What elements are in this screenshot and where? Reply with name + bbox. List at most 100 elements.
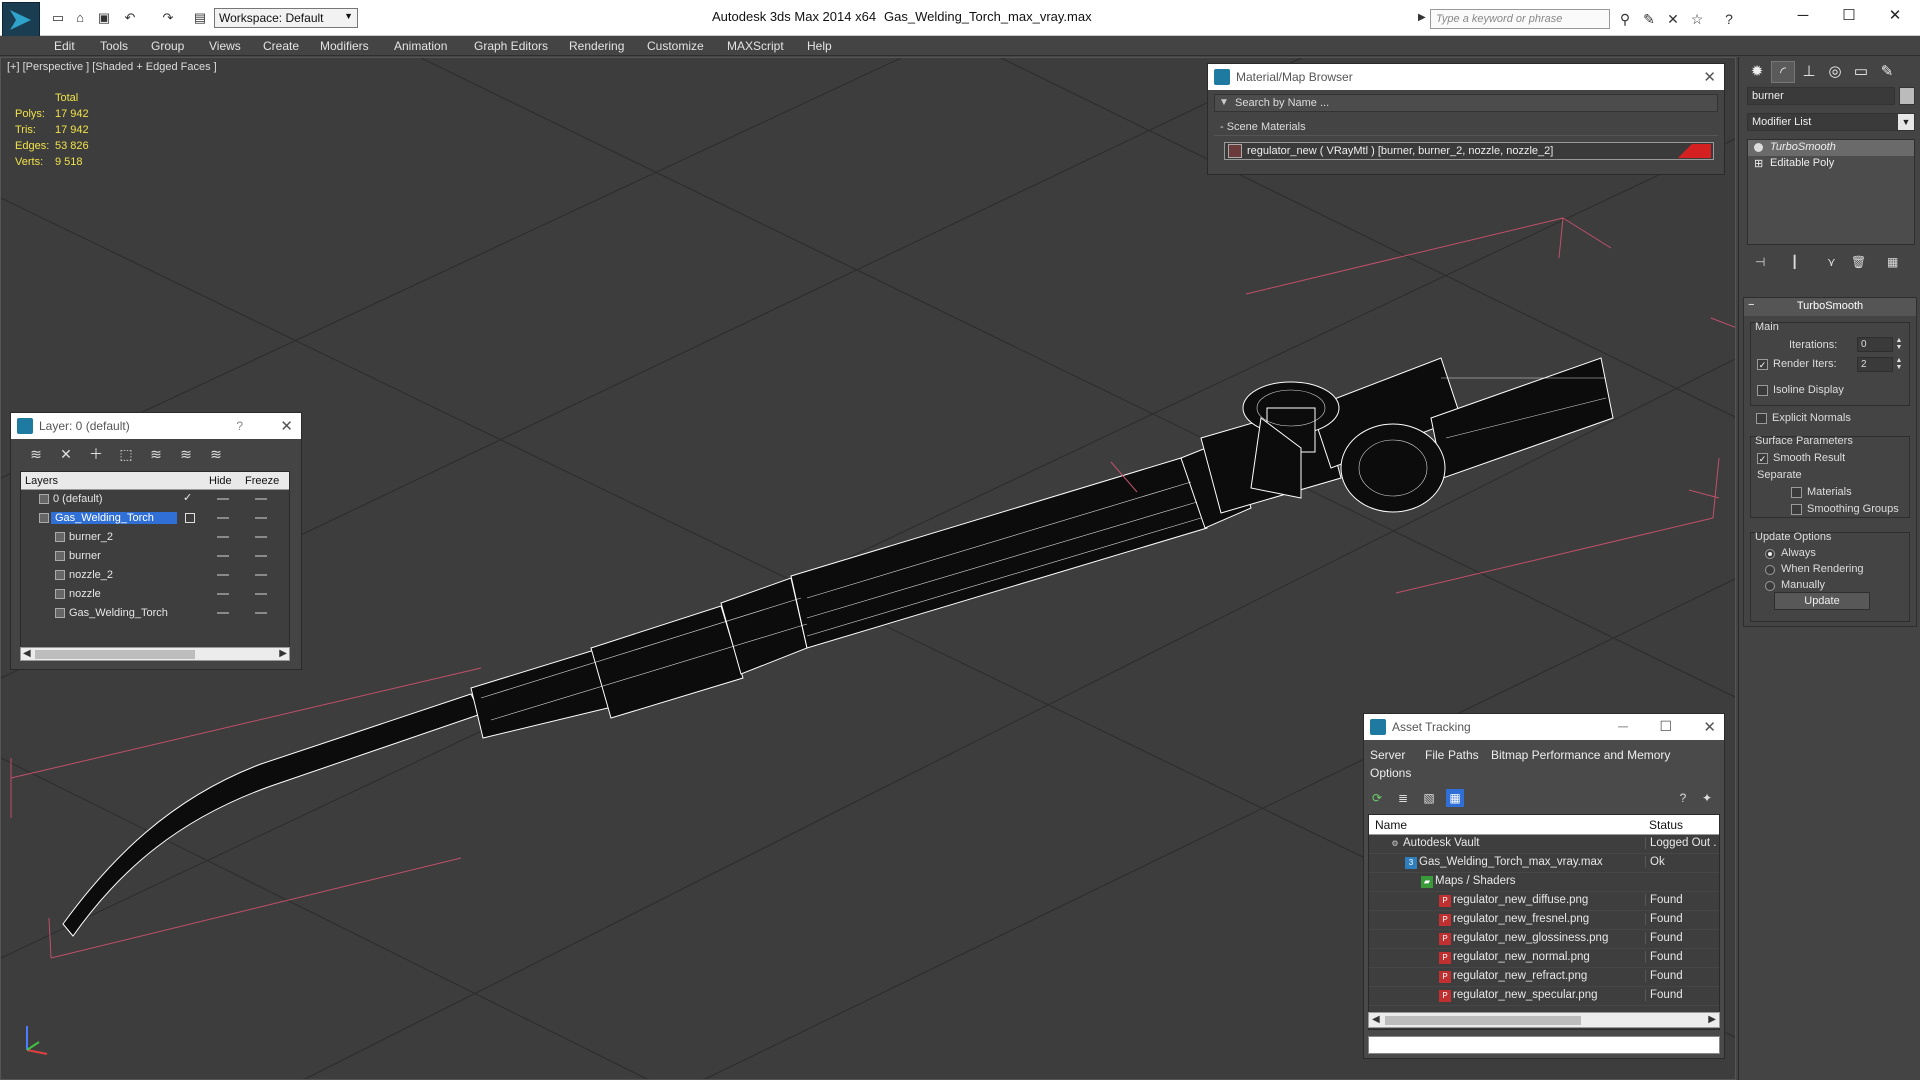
material-item[interactable]: regulator_new ( VRayMtl ) [burner, burne… (1224, 142, 1714, 160)
asset-row[interactable]: ⚙ Autodesk Vault Logged Out . (1369, 835, 1719, 854)
freeze-toggle[interactable] (255, 498, 267, 500)
object-name-field[interactable]: burner (1747, 87, 1895, 105)
column-name[interactable]: Name (1375, 818, 1407, 832)
maximize-icon[interactable]: ☐ (1659, 718, 1672, 735)
subscription-icon[interactable]: ✎ (1640, 10, 1658, 28)
menu-maxscript[interactable]: MAXScript (727, 39, 784, 53)
show-end-result-icon[interactable]: ┃ (1791, 255, 1798, 269)
close-icon[interactable]: ✕ (1703, 68, 1716, 86)
highlight-editable-icon[interactable]: ✦ (1698, 789, 1716, 807)
make-unique-icon[interactable]: ⋎ (1827, 255, 1836, 269)
render-iters-checkbox[interactable]: ✓ (1757, 359, 1768, 370)
menu-graph-editors[interactable]: Graph Editors (474, 39, 548, 53)
freeze-toggle[interactable] (255, 612, 267, 614)
set-current-toggle[interactable] (185, 513, 195, 523)
scrollbar-thumb[interactable] (1385, 1016, 1581, 1025)
asset-menu-server[interactable]: Server (1370, 748, 1405, 762)
minimize-icon[interactable]: ─ (1618, 718, 1628, 734)
freeze-toggle[interactable] (255, 593, 267, 595)
create-tab-icon[interactable]: ✹ (1745, 61, 1769, 83)
layer-row[interactable]: Gas_Welding_Torch (21, 604, 289, 623)
scroll-right-icon[interactable]: ▶ (279, 648, 287, 659)
lightbulb-icon[interactable] (1754, 143, 1763, 152)
hide-toggle[interactable] (217, 498, 229, 500)
freeze-toggle[interactable] (255, 555, 267, 557)
asset-row[interactable]: P regulator_new_specular.png Found (1369, 987, 1719, 1006)
hierarchy-tab-icon[interactable]: ⊥ (1797, 61, 1821, 83)
scroll-right-icon[interactable]: ▶ (1708, 1014, 1716, 1025)
minimize-button[interactable]: ─ (1780, 4, 1826, 28)
layer-row[interactable]: 0 (default) ✓ (21, 490, 289, 509)
configure-sets-icon[interactable]: ▦ (1887, 255, 1898, 269)
help-icon[interactable]: ? (1674, 789, 1692, 807)
highlight-layer-icon[interactable]: ≋ (147, 445, 165, 463)
column-freeze[interactable]: Freeze (245, 475, 279, 487)
material-browser-titlebar[interactable]: Material/Map Browser ✕ (1208, 64, 1724, 90)
stack-item-editable-poly[interactable]: ⊞ Editable Poly (1748, 156, 1914, 172)
menu-tools[interactable]: Tools (100, 39, 128, 53)
iterations-spinner[interactable]: 0 (1857, 337, 1893, 352)
when-rendering-radio[interactable] (1765, 565, 1775, 575)
asset-row[interactable]: ▰ Maps / Shaders (1369, 873, 1719, 892)
asset-menu-options[interactable]: Options (1370, 766, 1411, 780)
explicit-normals-checkbox[interactable] (1756, 413, 1767, 424)
favorites-star-icon[interactable]: ☆ (1688, 10, 1706, 28)
expand-icon[interactable]: ⊞ (1754, 157, 1763, 170)
menu-rendering[interactable]: Rendering (569, 39, 624, 53)
layer-row[interactable]: burner (21, 547, 289, 566)
communication-icon[interactable]: ✕ (1664, 10, 1682, 28)
modify-tab-icon[interactable]: ◜ (1771, 61, 1795, 83)
delete-layer-icon[interactable]: ✕ (57, 445, 75, 463)
binoculars-icon[interactable]: ⚲ (1616, 10, 1634, 28)
open-file-icon[interactable]: ⌂ (72, 10, 88, 26)
object-color-swatch[interactable] (1899, 87, 1915, 105)
close-icon[interactable]: ✕ (280, 417, 293, 435)
always-radio[interactable] (1765, 549, 1775, 559)
layer-panel-titlebar[interactable]: Layer: 0 (default) ? ✕ (11, 413, 301, 439)
close-icon[interactable]: ✕ (1703, 718, 1716, 736)
viewport-label[interactable]: [+] [Perspective ] [Shaded + Edged Faces… (7, 61, 217, 73)
layer-row[interactable]: nozzle_2 (21, 566, 289, 585)
material-search-input[interactable]: ▼ Search by Name ... (1214, 94, 1718, 112)
menu-customize[interactable]: Customize (647, 39, 704, 53)
asset-row[interactable]: P regulator_new_refract.png Found (1369, 968, 1719, 987)
close-button[interactable]: ✕ (1872, 4, 1918, 28)
add-to-layer-icon[interactable]: ＋ (87, 445, 105, 463)
utilities-tab-icon[interactable]: ✎ (1875, 61, 1899, 83)
horizontal-scrollbar[interactable]: ◀ ▶ (1368, 1012, 1720, 1028)
help-icon[interactable]: ? (1720, 10, 1738, 28)
asset-path-field[interactable] (1368, 1036, 1720, 1054)
asset-menu-file[interactable]: File (1425, 748, 1444, 762)
remove-modifier-icon[interactable]: 🗑 (1851, 255, 1866, 269)
hide-toggle[interactable] (217, 612, 229, 614)
asset-menu-paths[interactable]: Paths (1448, 748, 1479, 762)
search-input[interactable]: Type a keyword or phrase (1430, 9, 1610, 29)
spinner-arrows-icon[interactable]: ▲ ▼ (1895, 337, 1903, 352)
isoline-display-checkbox[interactable] (1757, 385, 1768, 396)
column-hide[interactable]: Hide (209, 475, 232, 487)
display-tab-icon[interactable]: ▭ (1849, 61, 1873, 83)
maximize-button[interactable]: ☐ (1826, 4, 1872, 28)
list-view-icon[interactable]: ≣ (1394, 789, 1412, 807)
hide-all-layers-icon[interactable]: ≋ (177, 445, 195, 463)
asset-menu-bitmap[interactable]: Bitmap Performance and Memory (1491, 748, 1670, 762)
layer-row[interactable]: Gas_Welding_Torch (21, 509, 289, 528)
asset-tracking-titlebar[interactable]: Asset Tracking ─ ☐ ✕ (1364, 714, 1724, 740)
freeze-toggle[interactable] (255, 574, 267, 576)
layer-row[interactable]: burner_2 (21, 528, 289, 547)
menu-group[interactable]: Group (151, 39, 184, 53)
search-options-icon[interactable]: ▼ (1219, 97, 1229, 108)
layer-row[interactable]: nozzle (21, 585, 289, 604)
motion-tab-icon[interactable]: ◎ (1823, 61, 1847, 83)
save-icon[interactable]: ▣ (96, 10, 112, 26)
freeze-toggle[interactable] (255, 517, 267, 519)
help-icon[interactable]: ? (236, 419, 243, 433)
undo-icon[interactable]: ↶ (122, 10, 138, 26)
materials-checkbox[interactable] (1791, 487, 1802, 498)
freeze-toggle[interactable] (255, 536, 267, 538)
scrollbar-thumb[interactable] (35, 650, 195, 659)
menu-views[interactable]: Views (209, 39, 241, 53)
menu-modifiers[interactable]: Modifiers (320, 39, 369, 53)
smoothing-groups-checkbox[interactable] (1791, 504, 1802, 515)
menu-animation[interactable]: Animation (394, 39, 447, 53)
